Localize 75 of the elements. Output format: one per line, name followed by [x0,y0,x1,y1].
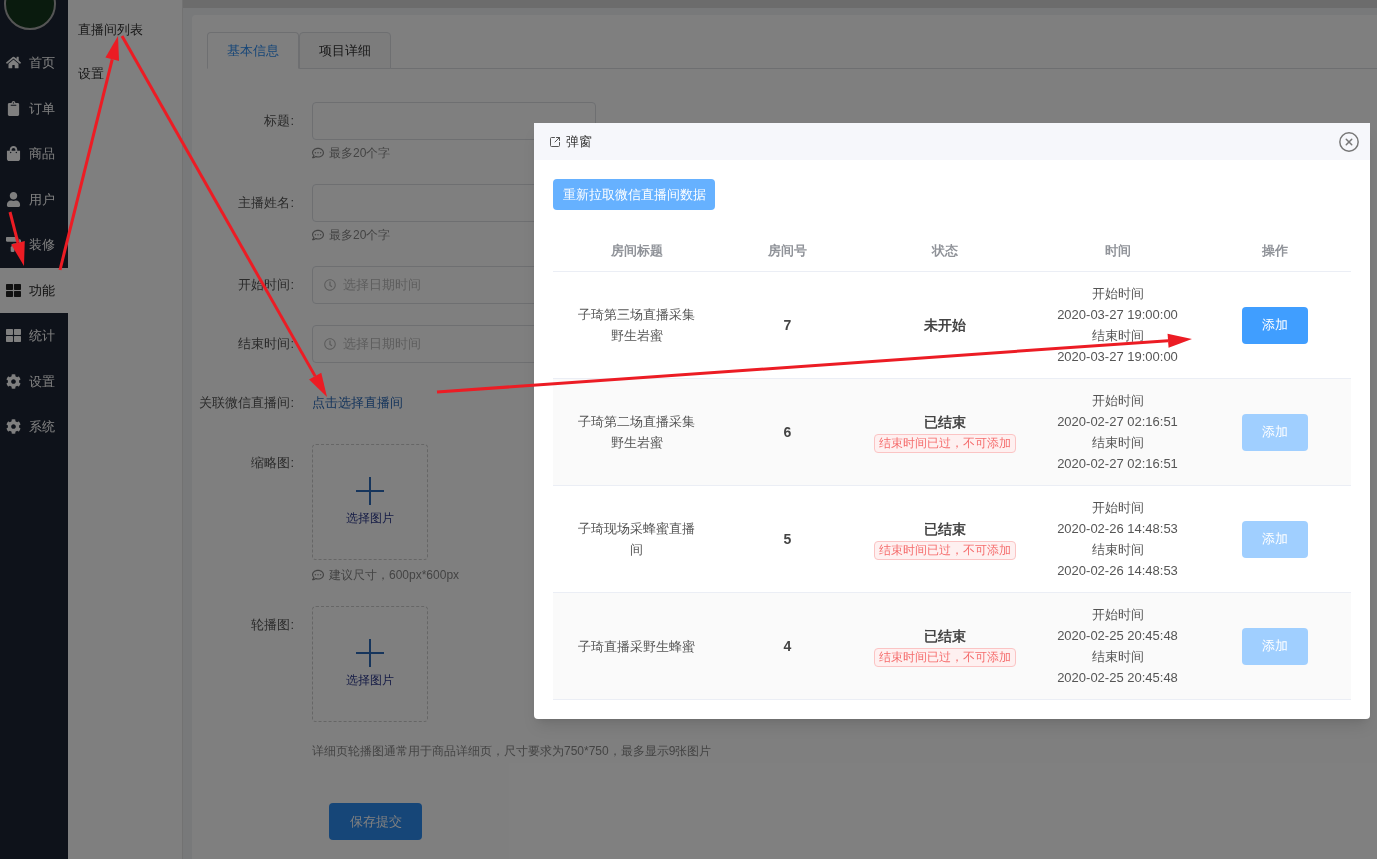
status-text: 已结束 [924,519,966,539]
tab[interactable]: 项目详细 [299,32,391,69]
field-hint: 建议尺寸，600px*600px [329,567,460,584]
refresh-data-button[interactable]: 重新拉取微信直播间数据 [553,179,715,210]
column-header: 房间标题 [609,242,664,261]
warning-tag: 结束时间已过，不可添加 [874,647,1016,667]
sidebar-item[interactable]: 系统 [0,404,68,450]
shopping-bag-icon [6,146,21,162]
column-header: 房间号 [767,242,808,261]
settings-icon [6,373,21,389]
time-value: 2020-02-25 20:45:48 [1057,627,1178,645]
room-number-cell-text: 6 [783,422,792,442]
add-button[interactable]: 添加 [1242,306,1308,344]
status-text: 已结束 [924,412,966,432]
select-live-room-link[interactable]: 点击选择直播间 [312,384,403,422]
time-value: 2020-02-26 14:48:53 [1057,520,1178,538]
comment-icon [312,569,324,581]
column-header: 时间 [1103,242,1132,261]
time-label: 开始时间 [1091,499,1144,517]
field-label: 缩略图: [250,454,295,472]
time-label: 结束时间 [1091,541,1144,559]
plus-icon [356,639,384,667]
home-icon [6,55,21,71]
sidebar-item[interactable]: 功能 [0,267,68,313]
warning-tag: 结束时间已过，不可添加 [874,433,1016,453]
field-label: 关联微信直播间: [198,394,295,412]
time-value: 2020-02-26 14:48:53 [1057,562,1178,580]
annotation-arrow [8,211,25,266]
room-title-cell-text: 子琦现场采蜂蜜直播间 [577,520,696,559]
time-value: 2020-02-27 02:16:51 [1057,455,1178,473]
time-label: 开始时间 [1091,285,1144,303]
grid-icon [6,328,21,344]
field-label: 主播姓名: [237,194,295,212]
comment-icon [312,147,324,159]
grid-icon [6,282,21,298]
room-title-cell-text: 子琦直播采野生蜂蜜 [577,637,696,656]
sidebar-item[interactable]: 统计 [0,313,68,359]
clock-icon [324,338,336,350]
settings-icon [6,419,21,435]
submenu-item[interactable]: 设置 [78,63,182,83]
status-text: 已结束 [924,626,966,646]
modal-title: 弹窗 [566,132,592,151]
column-header: 操作 [1261,242,1289,261]
plus-icon [356,477,384,505]
submenu-item[interactable]: 直播间列表 [78,20,182,40]
time-value: 2020-03-27 19:00:00 [1057,306,1178,324]
field-label: 轮播图: [250,616,295,634]
room-number-cell-text: 5 [783,529,792,549]
time-label: 开始时间 [1091,606,1144,624]
column-header: 状态 [930,242,959,261]
room-number-cell-text: 7 [783,315,792,335]
room-number-cell-text: 4 [783,636,792,656]
save-submit-button[interactable]: 保存提交 [329,803,422,840]
window-icon [549,135,561,148]
time-label: 结束时间 [1091,648,1144,666]
warning-tag: 结束时间已过，不可添加 [874,540,1016,560]
clipboard-icon [6,100,21,116]
time-label: 开始时间 [1091,392,1144,410]
tab[interactable]: 基本信息 [207,32,299,69]
field-label: 标题: [263,112,295,130]
image-upload-button[interactable]: 选择图片 [312,444,428,560]
user-icon [6,191,21,207]
time-value: 2020-03-27 19:00:00 [1057,348,1178,366]
image-upload-button[interactable]: 选择图片 [312,606,428,722]
status-text: 未开始 [924,315,966,335]
comment-icon [312,229,324,241]
field-label: 结束时间: [237,335,295,353]
clock-icon [324,279,336,291]
time-value: 2020-02-25 20:45:48 [1057,669,1178,687]
time-value: 2020-02-27 02:16:51 [1057,413,1178,431]
room-title-cell-text: 子琦第二场直播采集野生岩蜜 [577,413,696,452]
close-icon[interactable] [1338,130,1360,153]
time-label: 结束时间 [1091,327,1144,345]
sidebar-item[interactable]: 设置 [0,358,68,404]
time-label: 结束时间 [1091,434,1144,452]
